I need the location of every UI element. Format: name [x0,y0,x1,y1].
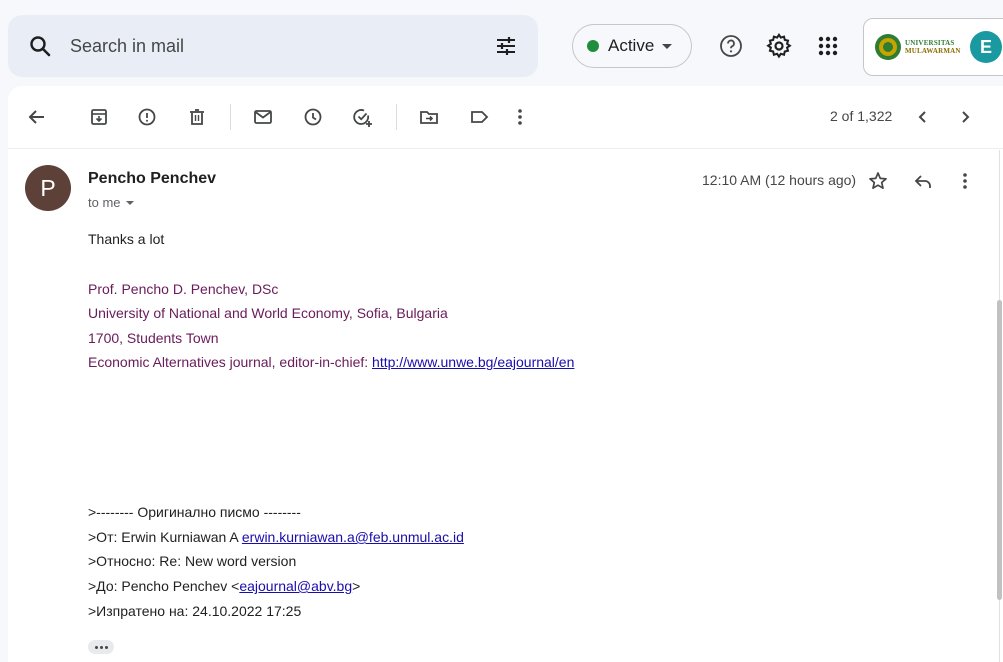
back-arrow-icon[interactable] [26,106,48,128]
quoted-from: >От: Erwin Kurniawan A erwin.kurniawan.a… [88,529,464,545]
chevron-down-icon [662,43,673,49]
message-toolbar: 2 of 1,322 [8,86,1003,148]
quoted-header: >-------- Оригинално писмо -------- [88,504,301,520]
status-selector[interactable]: Active [572,24,692,68]
signature-line: Economic Alternatives journal, editor-in… [88,354,575,370]
snooze-icon[interactable] [302,106,324,128]
university-logo-text: UNIVERSITAS MULAWARMAN [905,39,961,55]
search-icon[interactable] [28,34,52,58]
more-vert-icon[interactable] [509,106,531,128]
journal-link[interactable]: http://www.unwe.bg/eajournal/en [372,354,574,370]
label-icon[interactable] [468,106,490,128]
quoted-to: >До: Pencho Penchev <eajournal@abv.bg> [88,578,361,594]
signature-line: 1700, Students Town [88,330,219,346]
sender-avatar[interactable]: P [25,165,71,211]
quoted-subject: >Относно: Re: New word version [88,553,297,569]
apps-grid-icon[interactable] [815,33,841,59]
status-label: Active [608,36,655,55]
scrollbar-thumb[interactable] [997,300,1002,600]
account-avatar[interactable]: E [970,31,1002,63]
toolbar-divider [8,148,1003,149]
scrollbar[interactable] [996,150,1003,662]
mark-unread-icon[interactable] [252,106,274,128]
sender-name[interactable]: Pencho Penchev [88,170,216,188]
show-trimmed-content-button[interactable] [88,640,114,654]
quoted-sent: >Изпратено на: 24.10.2022 17:25 [88,603,302,619]
search-input[interactable] [68,34,452,58]
move-to-folder-icon[interactable] [418,106,440,128]
message-panel: 2 of 1,322 P Pencho Penchev to me 12:10 … [8,86,1003,662]
message-more-vert-icon[interactable] [954,170,976,192]
report-spam-icon[interactable] [136,106,158,128]
to-email-link[interactable]: eajournal@abv.bg [239,578,352,594]
search-bar[interactable] [8,15,538,77]
add-to-tasks-icon[interactable] [351,106,373,128]
search-options-icon[interactable] [494,34,518,58]
recipient-details[interactable]: to me [88,195,134,210]
toolbar-separator [230,104,231,130]
help-icon[interactable] [718,33,744,59]
signature-line: University of National and World Economy… [88,305,448,321]
archive-icon[interactable] [88,106,110,128]
message-greeting: Thanks a lot [88,231,165,247]
account-switcher[interactable]: UNIVERSITAS MULAWARMAN E [863,18,1003,76]
signature-line: Prof. Pencho D. Penchev, DSc [88,281,279,297]
status-dot [587,40,599,52]
reply-icon[interactable] [912,170,934,192]
university-logo-icon [875,34,901,60]
settings-gear-icon[interactable] [766,33,792,59]
toolbar-separator [396,104,397,130]
recipient-label: to me [88,195,121,210]
delete-icon[interactable] [186,106,208,128]
chevron-right-icon[interactable] [954,106,976,128]
message-timestamp: 12:10 AM (12 hours ago) [702,172,857,188]
top-bar: Active UNIVERSITAS MULAWARMAN E [0,0,1003,86]
from-email-link[interactable]: erwin.kurniawan.a@feb.unmul.ac.id [242,529,464,545]
chevron-down-icon [125,200,134,205]
star-icon[interactable] [867,170,889,192]
chevron-left-icon[interactable] [912,106,934,128]
pagination-count: 2 of 1,322 [830,108,893,124]
